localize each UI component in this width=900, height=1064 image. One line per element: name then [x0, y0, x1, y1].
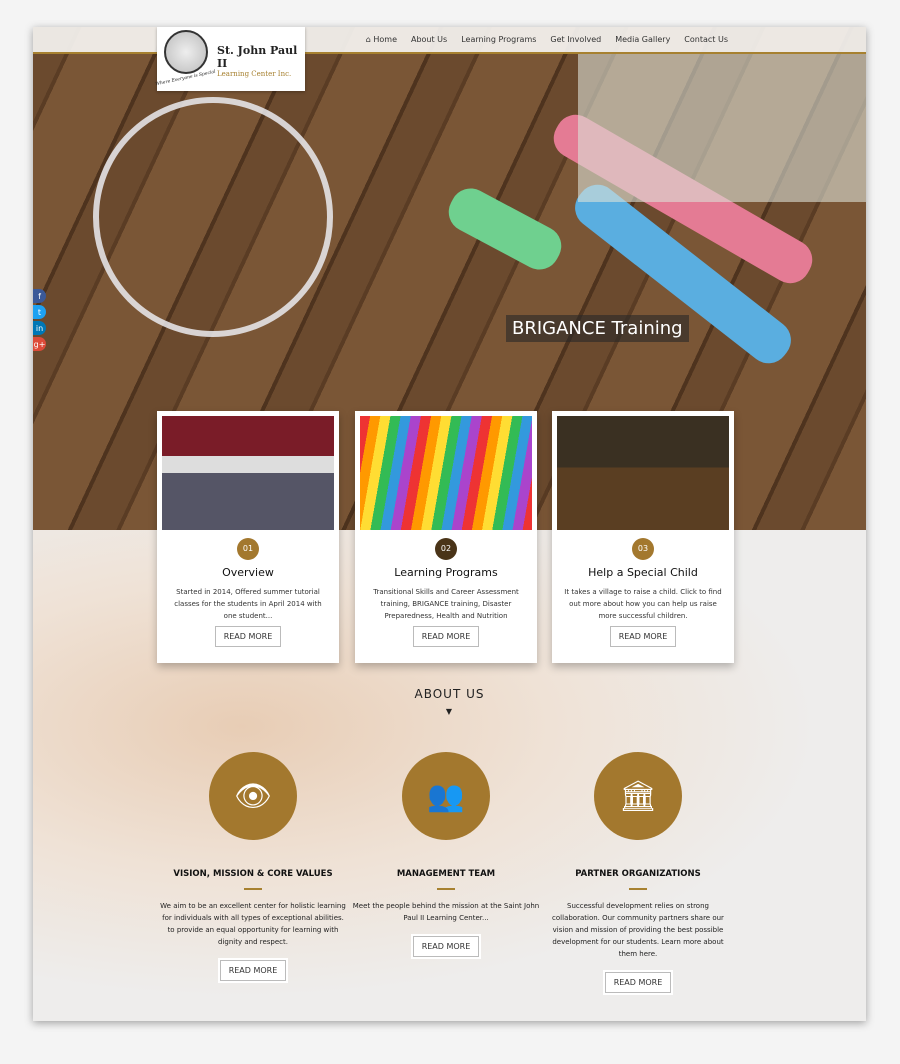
eye-icon: 👁 [209, 752, 297, 840]
desk-photo [557, 416, 729, 530]
page: BRIGANCE Training ⌂ Home About Us Learni… [33, 27, 866, 1021]
nav-learning-programs[interactable]: Learning Programs [461, 35, 536, 44]
nav-media-gallery[interactable]: Media Gallery [615, 35, 670, 44]
card-learning-programs: 02 Learning Programs Transitional Skills… [355, 411, 537, 663]
about-heading: PARTNER ORGANIZATIONS [575, 869, 701, 879]
about-text: Meet the people behind the mission at th… [352, 902, 540, 922]
facebook-icon[interactable]: f [33, 289, 46, 303]
card-overview: 01 Overview Started in 2014, Offered sum… [157, 411, 339, 663]
card-text: It takes a village to raise a child. Cli… [564, 588, 722, 620]
card-help-a-special-child: 03 Help a Special Child It takes a villa… [552, 411, 734, 663]
card-number: 03 [632, 538, 654, 560]
read-more-button[interactable]: READ MORE [412, 626, 480, 647]
card-number: 01 [237, 538, 259, 560]
chalk-box [578, 52, 866, 202]
nav-about-us[interactable]: About Us [411, 35, 447, 44]
logo[interactable]: Where Everyone is Special St. John Paul … [156, 27, 305, 91]
pencils-photo [360, 416, 532, 530]
nav-get-involved[interactable]: Get Involved [550, 35, 601, 44]
about-vision: 👁 VISION, MISSION & CORE VALUES We aim t… [158, 752, 348, 981]
nav-home[interactable]: ⌂ Home [366, 35, 397, 44]
about-text: Successful development relies on strong … [552, 902, 724, 958]
students-photo [162, 416, 334, 530]
about-heading: VISION, MISSION & CORE VALUES [173, 869, 333, 879]
card-number: 02 [435, 538, 457, 560]
read-more-button[interactable]: READ MORE [412, 936, 480, 957]
bank-icon: 🏛 [594, 752, 682, 840]
users-icon: 👥 [402, 752, 490, 840]
chalk-sun-drawing [93, 97, 333, 337]
chevron-down-icon: ▼ [445, 707, 454, 716]
about-text: We aim to be an excellent center for hol… [160, 902, 346, 946]
divider [437, 888, 455, 890]
read-more-button[interactable]: READ MORE [604, 972, 672, 993]
google-plus-icon[interactable]: g+ [33, 337, 46, 351]
card-title: Overview [222, 566, 274, 579]
read-more-button[interactable]: READ MORE [214, 626, 282, 647]
nav-contact-us[interactable]: Contact Us [684, 35, 728, 44]
linkedin-icon[interactable]: in [33, 321, 46, 335]
divider [629, 888, 647, 890]
about-partners: 🏛 PARTNER ORGANIZATIONS Successful devel… [543, 752, 733, 993]
divider [244, 888, 262, 890]
card-text: Transitional Skills and Career Assessmen… [373, 588, 519, 620]
social-bar: f t in g+ [33, 289, 46, 351]
about-management: 👥 MANAGEMENT TEAM Meet the people behind… [351, 752, 541, 957]
slide-title: BRIGANCE Training [506, 315, 689, 342]
card-text: Started in 2014, Offered summer tutorial… [174, 588, 322, 620]
brand-subtitle: Learning Center Inc. [217, 70, 292, 78]
about-heading: MANAGEMENT TEAM [396, 869, 496, 879]
read-more-button[interactable]: READ MORE [219, 960, 287, 981]
green-chalk [441, 181, 569, 277]
logo-seal [164, 30, 208, 74]
section-title: ABOUT US ▼ [33, 687, 866, 716]
twitter-icon[interactable]: t [33, 305, 46, 319]
read-more-button[interactable]: READ MORE [609, 626, 677, 647]
brand-name: St. John Paul II [217, 44, 298, 70]
card-title: Learning Programs [394, 566, 498, 579]
card-title: Help a Special Child [588, 566, 698, 579]
logo-seal-group: Where Everyone is Special [156, 30, 216, 87]
